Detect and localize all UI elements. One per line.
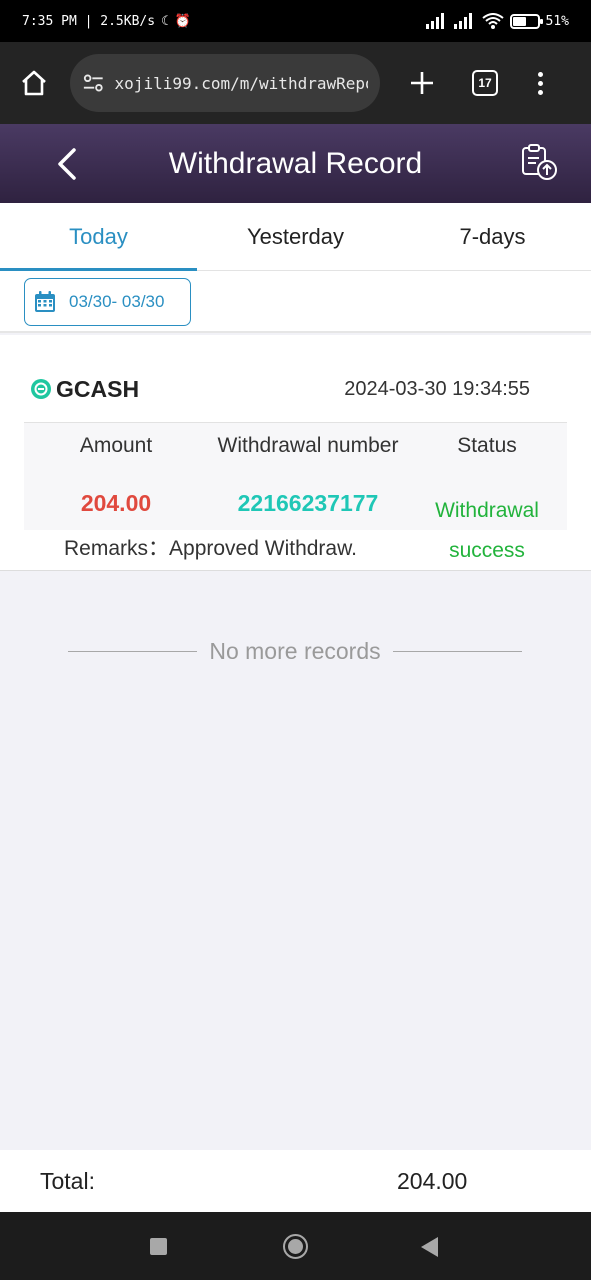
total-bar: Total: 204.00 bbox=[0, 1150, 591, 1212]
browser-toolbar: xojili99.com/m/withdrawRepor 17 bbox=[0, 42, 591, 124]
status-value: Withdrawal success bbox=[414, 491, 560, 571]
tab-switcher-button[interactable]: 17 bbox=[472, 70, 498, 96]
clipboard-upload-button[interactable] bbox=[519, 142, 559, 182]
page-title: Withdrawal Record bbox=[168, 146, 423, 180]
status-right: 51% bbox=[425, 13, 569, 29]
divider-left bbox=[68, 651, 198, 652]
recents-button[interactable] bbox=[150, 1238, 167, 1255]
alarm-icon: ⏰ bbox=[174, 13, 192, 29]
address-bar[interactable]: xojili99.com/m/withdrawRepor bbox=[70, 54, 380, 112]
home-button[interactable] bbox=[12, 61, 56, 105]
new-tab-button[interactable] bbox=[402, 61, 442, 105]
status-left: 7:35 PM | 2.5KB/s ☾ ⏰ bbox=[22, 14, 191, 29]
column-header-withdrawal-number: Withdrawal number bbox=[217, 434, 399, 457]
battery-icon bbox=[509, 13, 543, 29]
date-tabs: Today Yesterday 7-days bbox=[0, 203, 591, 271]
remarks-value: Approved Withdraw. bbox=[169, 537, 357, 560]
chevron-left-icon bbox=[58, 148, 76, 180]
battery-level: 51% bbox=[545, 13, 569, 29]
remarks-label: Remarks： bbox=[64, 537, 170, 560]
status-line-2: success bbox=[449, 539, 525, 562]
gcash-logo-icon bbox=[31, 379, 51, 399]
tab-7-days[interactable]: 7-days bbox=[394, 203, 591, 270]
wifi-icon bbox=[481, 13, 504, 29]
calendar-icon bbox=[35, 291, 55, 312]
signal-icon-2 bbox=[453, 13, 472, 29]
plus-icon bbox=[411, 72, 433, 94]
column-header-status: Status bbox=[457, 434, 517, 457]
date-range-picker[interactable]: 03/30- 03/30 bbox=[24, 278, 191, 326]
date-filter-row: 03/30- 03/30 bbox=[0, 271, 591, 333]
withdrawal-number-value: 22166237177 bbox=[237, 490, 379, 516]
app-header: Withdrawal Record bbox=[0, 124, 591, 203]
total-value: 204.00 bbox=[397, 1167, 468, 1194]
site-settings-icon bbox=[83, 74, 103, 92]
tab-yesterday[interactable]: Yesterday bbox=[197, 203, 394, 270]
tab-today[interactable]: Today bbox=[0, 203, 197, 271]
moon-icon: ☾ bbox=[161, 13, 169, 29]
status-bar: 7:35 PM | 2.5KB/s ☾ ⏰ 51% bbox=[0, 0, 591, 42]
record-table: Amount Withdrawal number Status 204.00 2… bbox=[24, 422, 567, 562]
url-text: xojili99.com/m/withdrawRepor bbox=[114, 73, 368, 93]
record-header: GCASH 2024-03-30 19:34:55 bbox=[30, 371, 530, 407]
home-nav-button[interactable] bbox=[283, 1234, 308, 1259]
payment-method-name: GCASH bbox=[56, 375, 140, 402]
back-button[interactable] bbox=[52, 144, 82, 184]
remarks: Remarks：Approved Withdraw. bbox=[64, 532, 357, 562]
withdrawal-record-card: GCASH 2024-03-30 19:34:55 Amount Withdra… bbox=[0, 335, 591, 571]
column-header-amount: Amount bbox=[79, 434, 153, 457]
signal-icon bbox=[425, 13, 444, 29]
no-more-records-text: No more records bbox=[209, 638, 381, 664]
back-nav-button[interactable] bbox=[421, 1237, 438, 1257]
payment-method: GCASH bbox=[30, 376, 139, 403]
date-range-text: 03/30- 03/30 bbox=[69, 292, 165, 311]
record-datetime: 2024-03-30 19:34:55 bbox=[344, 377, 530, 400]
no-more-records: No more records bbox=[68, 638, 522, 665]
divider-right bbox=[392, 651, 522, 652]
home-icon bbox=[22, 70, 46, 96]
amount-value: 204.00 bbox=[80, 490, 152, 516]
status-time: 7:35 PM | 2.5KB/s bbox=[22, 13, 156, 29]
clipboard-upload-icon bbox=[522, 144, 557, 180]
status-line-1: Withdrawal bbox=[435, 499, 539, 522]
system-nav-bar bbox=[0, 1212, 591, 1280]
total-label: Total: bbox=[40, 1167, 95, 1194]
browser-menu-button[interactable] bbox=[538, 71, 543, 95]
